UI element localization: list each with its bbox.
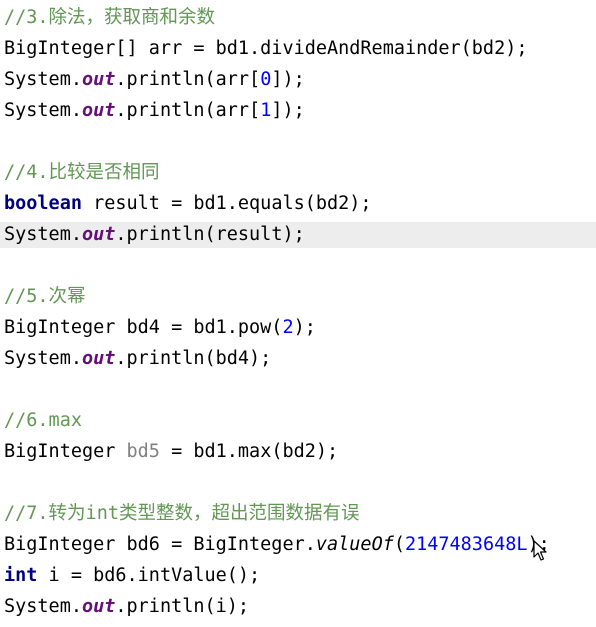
code-token-comment: //3.除法，获取商和余数 bbox=[4, 7, 216, 28]
code-token-plain: BigInteger bd4 = bd1.pow( bbox=[4, 317, 283, 338]
code-token-unused: bd5 bbox=[126, 441, 160, 462]
code-line[interactable]: //3.除法，获取商和余数 bbox=[4, 5, 215, 31]
code-line-current[interactable]: System.out.println(result); bbox=[0, 222, 596, 248]
code-line[interactable]: BigInteger bd5 = bd1.max(bd2); bbox=[4, 439, 338, 465]
code-line[interactable]: BigInteger[] arr = bd1.divideAndRemainde… bbox=[4, 36, 527, 62]
code-token-number: 0 bbox=[260, 69, 272, 90]
code-token-plain: ( bbox=[393, 534, 405, 555]
code-line[interactable]: //4.比较是否相同 bbox=[4, 160, 160, 186]
code-line[interactable]: System.out.println(bd4); bbox=[4, 346, 271, 372]
code-token-field: out bbox=[81, 348, 116, 369]
code-token-plain: ]); bbox=[271, 69, 305, 90]
code-token-comment: //6.max bbox=[4, 410, 82, 431]
code-token-field: out bbox=[81, 596, 116, 617]
code-token-plain: BigInteger bbox=[4, 441, 127, 462]
code-token-plain: .println(arr[ bbox=[115, 69, 261, 90]
code-token-plain: System. bbox=[4, 69, 82, 90]
code-token-plain: ]); bbox=[271, 100, 305, 121]
code-token-plain: .println(result); bbox=[115, 224, 305, 245]
mouse-pointer-icon bbox=[533, 540, 547, 561]
code-line[interactable]: System.out.println(arr[1]); bbox=[4, 98, 305, 124]
code-token-plain: System. bbox=[4, 100, 82, 121]
code-token-plain: .println(arr[ bbox=[115, 100, 261, 121]
code-token-plain: BigInteger[] arr = bd1.divideAndRemainde… bbox=[4, 38, 528, 59]
code-token-plain: BigInteger bd6 = BigInteger. bbox=[4, 534, 316, 555]
code-token-comment: //4.比较是否相同 bbox=[4, 162, 160, 183]
code-token-plain: System. bbox=[4, 224, 82, 245]
code-token-keyword: boolean bbox=[4, 193, 82, 214]
code-token-comment: //7.转为int类型整数，超出范围数据有误 bbox=[4, 503, 360, 524]
code-token-field: out bbox=[81, 100, 116, 121]
code-line[interactable]: System.out.println(i); bbox=[4, 594, 249, 620]
code-editor[interactable]: //3.除法，获取商和余数 BigInteger[] arr = bd1.divi… bbox=[0, 0, 596, 627]
code-token-plain: .println(bd4); bbox=[115, 348, 272, 369]
code-line[interactable]: BigInteger bd6 = BigInteger.valueOf(2147… bbox=[4, 532, 550, 558]
code-token-field: out bbox=[81, 224, 116, 245]
code-token-comment: //5.次幂 bbox=[4, 286, 86, 307]
code-token-plain: .println(i); bbox=[115, 596, 250, 617]
code-token-number: 2 bbox=[282, 317, 294, 338]
code-token-plain: ); bbox=[293, 317, 316, 338]
code-token-plain: i = bd6.intValue(); bbox=[37, 565, 261, 586]
code-line[interactable]: System.out.println(arr[0]); bbox=[4, 67, 305, 93]
code-token-plain: = bd1.max(bd2); bbox=[159, 441, 339, 462]
code-line[interactable]: //6.max bbox=[4, 408, 82, 434]
code-token-number: 1 bbox=[260, 100, 272, 121]
code-line[interactable]: BigInteger bd4 = bd1.pow(2); bbox=[4, 315, 316, 341]
code-line[interactable]: boolean result = bd1.equals(bd2); bbox=[4, 191, 372, 217]
code-line[interactable]: //5.次幂 bbox=[4, 284, 86, 310]
code-line[interactable]: int i = bd6.intValue(); bbox=[4, 563, 260, 589]
code-token-plain: System. bbox=[4, 596, 82, 617]
code-line[interactable]: //7.转为int类型整数，超出范围数据有误 bbox=[4, 501, 359, 527]
code-token-plain: result = bd1.equals(bd2); bbox=[81, 193, 372, 214]
code-token-plain: System. bbox=[4, 348, 82, 369]
code-token-number: 2147483648L bbox=[404, 534, 528, 555]
code-token-keyword: int bbox=[4, 565, 38, 586]
code-token-field: out bbox=[81, 69, 116, 90]
code-token-static-method: valueOf bbox=[315, 534, 394, 555]
